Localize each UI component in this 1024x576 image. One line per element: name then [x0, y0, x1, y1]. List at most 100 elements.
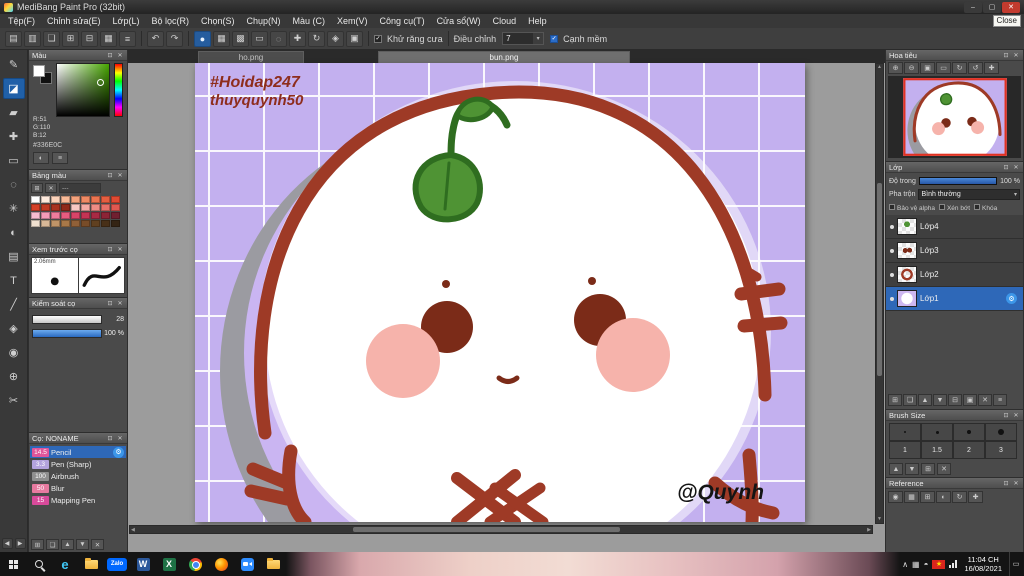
menu-file[interactable]: Tệp(F): [2, 14, 41, 28]
saturation-value-picker[interactable]: [56, 63, 110, 117]
palette-swatch[interactable]: [41, 204, 50, 211]
brush-size-dot-cell[interactable]: [921, 423, 953, 441]
cross-snap-icon[interactable]: ✚: [289, 30, 306, 47]
redo-icon[interactable]: ↷: [166, 30, 183, 47]
zoom-out-icon[interactable]: ⊖: [904, 62, 919, 74]
ref-rotate-icon[interactable]: ↻: [952, 491, 967, 503]
add-layer-icon[interactable]: ⊞: [888, 394, 902, 406]
scroll-up-icon[interactable]: ▲: [877, 64, 882, 71]
adjust-dropdown[interactable]: 7 ▾: [502, 32, 545, 45]
add-brush-icon[interactable]: ⊞: [31, 539, 44, 550]
rotate-cw-icon[interactable]: ↻: [952, 62, 967, 74]
ref-add-icon[interactable]: ⊞: [920, 491, 935, 503]
palette-swatch[interactable]: [31, 220, 40, 227]
layer-visibility-icon[interactable]: [890, 296, 894, 301]
brush-item-pencil[interactable]: 14.5 Pencil ⚙: [30, 446, 126, 458]
palette-swatch[interactable]: [61, 196, 70, 203]
brush-opacity-slider[interactable]: [32, 328, 102, 338]
brush-up-icon[interactable]: ▲: [61, 539, 74, 550]
zoom-actual-icon[interactable]: ▭: [936, 62, 951, 74]
material-panel-icon[interactable]: ▣: [346, 30, 363, 47]
ref-contrast-icon[interactable]: ◐: [936, 491, 951, 503]
menu-help[interactable]: Help: [522, 14, 553, 28]
panel-close-icon[interactable]: ✕: [116, 245, 124, 253]
panel-close-icon[interactable]: ✕: [1012, 411, 1020, 419]
panel-float-icon[interactable]: ⊡: [1002, 479, 1010, 487]
palette-swatch[interactable]: [101, 196, 110, 203]
palette-swatch[interactable]: [51, 204, 60, 211]
strip-prev-icon[interactable]: ◀: [1, 538, 13, 549]
brush-size-slider[interactable]: [32, 314, 102, 324]
panel-close-icon[interactable]: ✕: [1012, 479, 1020, 487]
panel-float-icon[interactable]: ⊡: [1002, 411, 1010, 419]
eraser-tool-icon[interactable]: ◪: [2, 78, 25, 99]
horizontal-scroll-thumb[interactable]: [352, 527, 620, 532]
menu-cloud[interactable]: Cloud: [487, 14, 523, 28]
delete-layer-icon[interactable]: ✕: [978, 394, 992, 406]
settings-list-icon[interactable]: ≡: [119, 30, 136, 47]
layer-settings-gear-icon[interactable]: ⚙: [1006, 293, 1017, 304]
undo-icon[interactable]: ↶: [147, 30, 164, 47]
canvas-surface[interactable]: #Hoidap247 thuyquynh50 @Quynh: [195, 63, 805, 576]
palette-swatch[interactable]: [81, 220, 90, 227]
taskbar-zoom[interactable]: [234, 552, 260, 576]
rotate-snap-icon[interactable]: ↻: [308, 30, 325, 47]
panel-float-icon[interactable]: ⊡: [106, 245, 114, 253]
palette-swatch[interactable]: [31, 204, 40, 211]
merge-layer-icon[interactable]: ⊟: [948, 394, 962, 406]
hatch-snap-icon[interactable]: ▩: [232, 30, 249, 47]
brush-item-pen-sharp[interactable]: 3.3 Pen (Sharp): [30, 458, 126, 470]
panel-close-icon[interactable]: ✕: [1012, 51, 1020, 59]
layer-visibility-icon[interactable]: [890, 272, 894, 277]
tab-bun-png[interactable]: bun.png: [378, 51, 630, 63]
taskbar-word[interactable]: W: [130, 552, 156, 576]
vietnamese-language-flag-icon[interactable]: ★: [932, 559, 946, 569]
color-slider-toggle-icon[interactable]: ≡: [52, 152, 68, 164]
panel-float-icon[interactable]: ⊡: [106, 51, 114, 59]
text-tool-icon[interactable]: T: [3, 270, 25, 291]
layer-row-lop4[interactable]: Lớp4: [886, 215, 1023, 239]
alpha-protect-checkbox[interactable]: [889, 203, 895, 210]
brush-item-mapping-pen[interactable]: 15 Mapping Pen: [30, 494, 126, 506]
layer-row-lop3[interactable]: Lớp3: [886, 239, 1023, 263]
layer-row-lop2[interactable]: Lớp2: [886, 263, 1023, 287]
taskbar-folder[interactable]: [78, 552, 104, 576]
layer-row-lop1[interactable]: Lớp1 ⚙: [886, 287, 1023, 311]
vertical-scroll-thumb[interactable]: [877, 183, 882, 377]
hidden-icons-chevron[interactable]: ∧: [902, 560, 908, 569]
brush-down-icon[interactable]: ▼: [76, 539, 89, 550]
reset-view-icon[interactable]: ✚: [984, 62, 999, 74]
tray-app-icon[interactable]: ◓: [924, 560, 929, 569]
lasso-tool-icon[interactable]: ◌: [3, 174, 25, 195]
duplicate-layer-icon[interactable]: ❏: [903, 394, 917, 406]
palette-swatch[interactable]: [41, 220, 50, 227]
palette-swatch[interactable]: [31, 196, 40, 203]
clear-layer-icon[interactable]: ▣: [963, 394, 977, 406]
taskbar-edge[interactable]: e: [52, 552, 78, 576]
move-tool-icon[interactable]: ✚: [3, 126, 25, 147]
palette-swatch[interactable]: [61, 212, 70, 219]
palette-swatch[interactable]: [91, 204, 100, 211]
line-tool-icon[interactable]: ╱: [3, 294, 25, 315]
horizontal-scrollbar[interactable]: ◀ ▶: [129, 525, 873, 534]
panel-close-icon[interactable]: ✕: [1012, 163, 1020, 171]
delete-brush-icon[interactable]: ✕: [91, 539, 104, 550]
menu-select[interactable]: Chọn(S): [195, 14, 241, 28]
menu-window[interactable]: Cửa sổ(W): [431, 14, 487, 28]
panel-float-icon[interactable]: ⊡: [106, 434, 114, 442]
layer-visibility-icon[interactable]: [890, 248, 894, 253]
palette-swatch[interactable]: [111, 220, 120, 227]
delete-swatch-icon[interactable]: ✕: [45, 183, 57, 193]
zoom-fit-icon[interactable]: ▣: [920, 62, 935, 74]
panel-close-icon[interactable]: ✕: [116, 51, 124, 59]
divide-tool-icon[interactable]: ✂: [3, 390, 25, 411]
foreground-color-swatch[interactable]: [33, 65, 45, 77]
new-file-icon[interactable]: ▤: [5, 30, 22, 47]
color-wheel-toggle-icon[interactable]: ◐: [33, 152, 49, 164]
panel-float-icon[interactable]: ⊡: [106, 299, 114, 307]
strip-next-icon[interactable]: ▶: [14, 538, 26, 549]
magic-wand-tool-icon[interactable]: ✳: [3, 198, 25, 219]
brush-settings-gear-icon[interactable]: ⚙: [113, 446, 124, 458]
panel-toggle-icon[interactable]: ⊟: [81, 30, 98, 47]
size-down-icon[interactable]: ▼: [905, 463, 919, 475]
